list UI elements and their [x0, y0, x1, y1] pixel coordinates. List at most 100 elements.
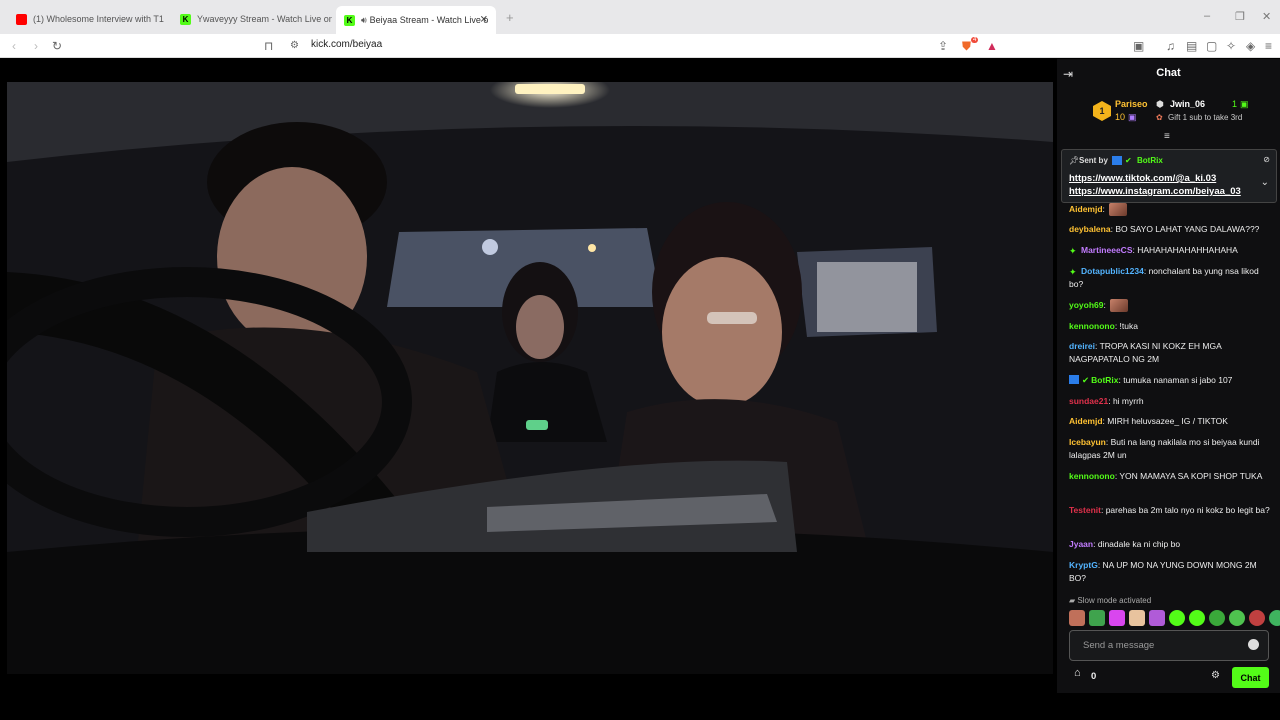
quick-emote[interactable]: [1069, 610, 1085, 626]
leader-2-count: 1: [1232, 99, 1238, 109]
browser-tab-1[interactable]: (1) Wholesome Interview with T1 Ki: [8, 8, 164, 30]
media-icon[interactable]: ♫: [1166, 38, 1175, 54]
chat-settings-icon[interactable]: ⚙: [1211, 670, 1220, 692]
brave-shields-icon[interactable]: ⛊: [962, 38, 971, 54]
emote-bar: [1069, 610, 1280, 626]
chat-message: ✔ BotRix: tumuka nanaman si jabo 107: [1069, 374, 1275, 387]
pinned-sent-by: Sent by: [1079, 156, 1108, 165]
url-field[interactable]: kick.com/beiyaa: [311, 39, 382, 50]
minimize-icon[interactable]: –: [1204, 10, 1210, 22]
chat-username[interactable]: MartineeeCS: [1081, 245, 1133, 255]
chat-username[interactable]: Aidemjd: [1069, 204, 1103, 214]
chat-text: tumuka nanaman si jabo 107: [1123, 375, 1233, 385]
reload-icon[interactable]: ↻: [52, 38, 62, 54]
pinned-link-tiktok[interactable]: https://www.tiktok.com/@a_ki.03: [1069, 173, 1216, 184]
leader-2-name[interactable]: Jwin_06: [1170, 99, 1205, 109]
gift-count: 0: [1091, 671, 1097, 682]
chat-message: Icebayun: Buti na lang nakilala mo si be…: [1069, 436, 1275, 462]
extensions-icon[interactable]: ✧: [1226, 38, 1236, 54]
close-icon[interactable]: ✕: [480, 15, 488, 26]
slow-mode-text: Slow mode activated: [1077, 596, 1152, 605]
quick-emote[interactable]: [1229, 610, 1245, 626]
menu-icon[interactable]: ≡: [1265, 38, 1272, 54]
leader-2-badge-icon: ⬢: [1156, 99, 1164, 109]
chat-username[interactable]: Icebayun: [1069, 437, 1106, 447]
chevron-down-icon[interactable]: ⌄: [1261, 177, 1269, 188]
gift-hint-text: Gift 1 sub to take 3rd: [1168, 113, 1243, 122]
chat-username[interactable]: Testenit: [1069, 505, 1101, 515]
quick-emote[interactable]: [1189, 610, 1205, 626]
chat-username[interactable]: Jyaan: [1069, 539, 1093, 549]
chat-username[interactable]: dreirei: [1069, 341, 1095, 351]
quick-emote[interactable]: [1269, 610, 1280, 626]
chat-username[interactable]: kennonono: [1069, 321, 1115, 331]
chat-username[interactable]: kennonono: [1069, 471, 1115, 481]
chat-username[interactable]: yoyoh69: [1069, 300, 1104, 310]
chat-username[interactable]: deybalena: [1069, 224, 1111, 234]
bot-badge-icon: [1112, 156, 1122, 165]
chat-message: kennonono: YON MAMAYA SA KOPI SHOP TUKA: [1069, 470, 1275, 483]
kick-icon: K: [344, 14, 355, 26]
chat-panel: ⇥ Chat 1 Pariseo 10 ▣ ⬢ Jwin_06 1 ▣ ✿ Gi…: [1057, 59, 1280, 693]
window-close-icon[interactable]: ✕: [1262, 10, 1271, 23]
bot-badge-icon: [1069, 375, 1079, 384]
pin-icon: 📌︎: [1069, 156, 1080, 165]
vpn-icon[interactable]: ◈: [1246, 38, 1255, 54]
pinned-message[interactable]: 📌︎ Sent by ✔ BotRix ⊘ https://www.tiktok…: [1061, 149, 1277, 203]
chat-username[interactable]: KryptG: [1069, 560, 1098, 570]
sidebar-icon[interactable]: ▤: [1186, 38, 1197, 54]
reader-icon[interactable]: ▣: [1133, 38, 1144, 54]
back-icon[interactable]: ‹: [12, 38, 16, 54]
chat-text: YON MAMAYA SA KOPI SHOP TUKA: [1119, 471, 1263, 481]
audio-playing-icon: 🔊︎: [361, 14, 367, 25]
chat-input-box[interactable]: [1069, 630, 1269, 661]
browser-tab-bar: (1) Wholesome Interview with T1 Ki K Ywa…: [0, 0, 1280, 34]
chat-text: MIRH heluvsazee_ IG / TIKTOK: [1107, 416, 1228, 426]
video-player[interactable]: [7, 82, 1053, 674]
gift-hint-icon: ✿: [1156, 113, 1163, 122]
send-chat-button[interactable]: Chat: [1232, 667, 1269, 688]
emote-picker-icon[interactable]: [1248, 639, 1259, 650]
browser-toolbar: ‹ › ↻ ⊓ ⚙ kick.com/beiyaa ⇪ ⛊ 4 ▲ ▣ ♫ ▤ …: [0, 34, 1280, 58]
gift-icon: ▣: [1240, 99, 1249, 109]
browser-tab-2[interactable]: K Ywaveyyy Stream - Watch Live on Ki: [172, 8, 332, 30]
browser-tab-3[interactable]: K 🔊︎ Beiyaa Stream - Watch Live o ✕: [336, 6, 496, 34]
slow-mode-notice: ▰ Slow mode activated: [1069, 596, 1151, 605]
share-icon[interactable]: ⇪: [938, 38, 948, 54]
unpin-icon[interactable]: ⊘: [1263, 155, 1270, 164]
pinned-link-instagram[interactable]: https://www.instagram.com/beiyaa_03: [1069, 186, 1241, 197]
chat-username[interactable]: Aidemjd: [1069, 416, 1103, 426]
quick-emote[interactable]: [1089, 610, 1105, 626]
subscriber-badge-icon: ✦: [1069, 246, 1077, 256]
chat-username[interactable]: sundae21: [1069, 396, 1108, 406]
bookmark-icon[interactable]: ⊓: [264, 38, 273, 54]
chat-header: ⇥ Chat: [1057, 59, 1280, 89]
youtube-icon: [16, 13, 27, 25]
forward-icon[interactable]: ›: [34, 38, 38, 54]
chat-username[interactable]: BotRix: [1091, 375, 1118, 385]
chat-text: HAHAHAHAHAHHAHAHA: [1137, 245, 1238, 255]
quick-emote[interactable]: [1169, 610, 1185, 626]
quick-emote[interactable]: [1209, 610, 1225, 626]
pinned-sender[interactable]: BotRix: [1137, 156, 1163, 165]
leader-1-name[interactable]: Pariseo: [1115, 99, 1148, 109]
wallet-icon[interactable]: ▢: [1206, 38, 1217, 54]
chat-text: BO SAYO LAHAT YANG DALAWA???: [1115, 224, 1260, 234]
quick-emote[interactable]: [1249, 610, 1265, 626]
site-info-icon[interactable]: ⚙: [290, 38, 299, 54]
gift-store-icon[interactable]: ⌂: [1074, 667, 1081, 689]
chat-message: ✦ Dotapublic1234: nonchalant ba yung nsa …: [1069, 265, 1275, 291]
brave-rewards-icon[interactable]: ▲: [986, 38, 998, 54]
verified-icon: ✔: [1125, 156, 1132, 165]
chat-username[interactable]: Dotapublic1234: [1081, 266, 1144, 276]
new-tab-button[interactable]: +: [506, 10, 514, 25]
chat-input[interactable]: [1070, 631, 1245, 660]
restore-icon[interactable]: ❐: [1235, 10, 1245, 23]
sub-gift-icon: ▣: [1128, 112, 1137, 122]
quick-emote[interactable]: [1129, 610, 1145, 626]
expand-leaderboard-icon[interactable]: ≡: [1164, 131, 1170, 142]
quick-emote[interactable]: [1109, 610, 1125, 626]
quick-emote[interactable]: [1149, 610, 1165, 626]
subscriber-badge-icon: ✦: [1069, 267, 1077, 277]
chat-emote: [1109, 203, 1128, 217]
